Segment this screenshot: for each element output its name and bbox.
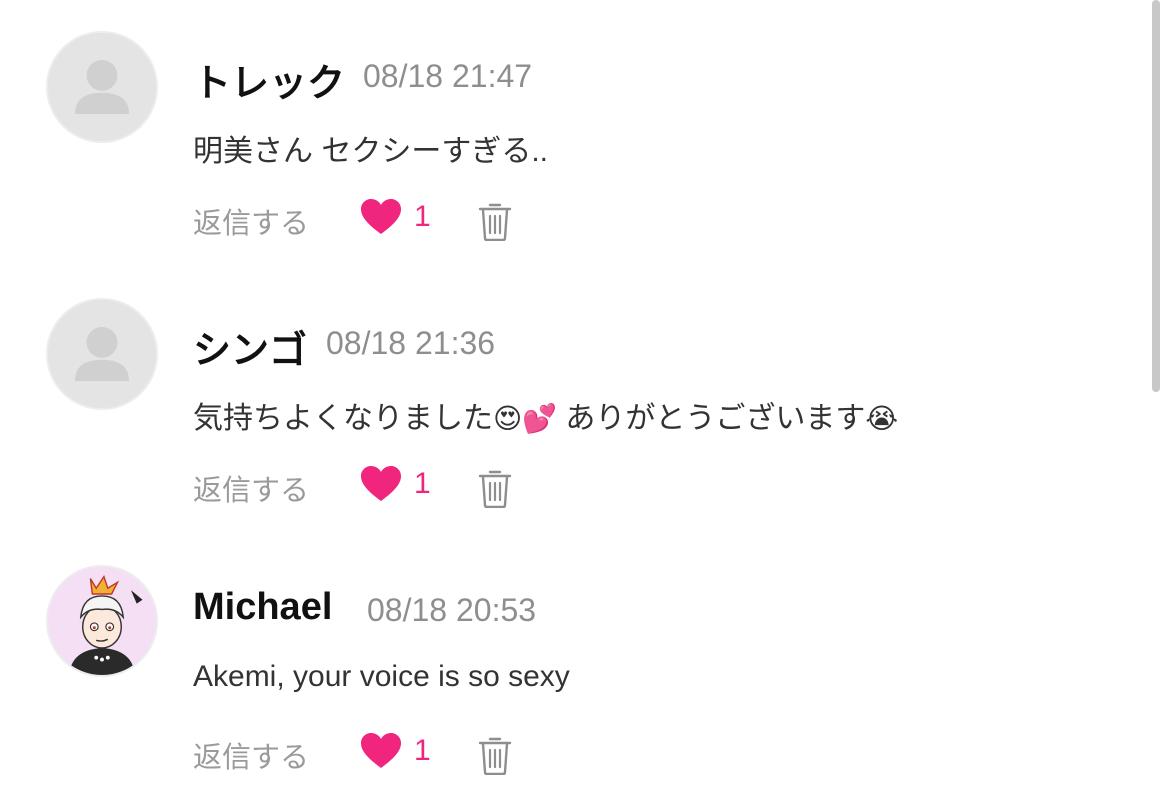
comment-timestamp: 08/18 21:36: [326, 325, 496, 361]
comment-item: Michael 08/18 20:53 Akemi, your voice is…: [0, 534, 1140, 801]
heart-icon: [361, 466, 401, 501]
comment-list: トレック 08/18 21:47 明美さん セクシーすぎる.. 返信する 1 シ…: [0, 0, 1170, 802]
like-button[interactable]: 1: [360, 465, 431, 503]
comment-item: トレック 08/18 21:47 明美さん セクシーすぎる.. 返信する 1: [0, 0, 1140, 267]
default-person-icon: [48, 300, 156, 408]
heart-eyes-emoji: 😍: [493, 402, 523, 435]
comment-timestamp: 08/18 21:47: [363, 58, 533, 94]
comment-item: シンゴ 08/18 21:36 気持ちよくなりました😍💕 ありがとうございます😭…: [0, 267, 1140, 534]
delete-button[interactable]: [478, 468, 512, 509]
scrollbar[interactable]: [1152, 0, 1160, 392]
like-button[interactable]: 1: [360, 198, 431, 236]
like-count: 1: [414, 734, 431, 767]
trash-icon: [478, 203, 512, 242]
two-hearts-emoji: 💕: [522, 402, 558, 435]
comment-text: 気持ちよくなりました😍💕 ありがとうございます😭: [193, 393, 898, 437]
cartoon-character-avatar: [48, 567, 156, 675]
trash-icon: [478, 470, 512, 509]
default-person-icon: [48, 33, 156, 141]
delete-button[interactable]: [478, 735, 512, 776]
comment-author[interactable]: Michael: [193, 586, 332, 629]
comment-text-part: ありがとうございます: [557, 402, 866, 435]
trash-icon: [478, 737, 512, 776]
comment-text-part: 気持ちよくなりました: [193, 402, 493, 435]
heart-icon: [361, 199, 401, 234]
heart-icon: [361, 733, 401, 768]
reply-button[interactable]: 返信する: [193, 734, 309, 776]
comment-text: Akemi, your voice is so sexy: [193, 660, 570, 693]
avatar[interactable]: [46, 31, 158, 143]
comment-timestamp: 08/18 20:53: [367, 592, 537, 628]
like-count: 1: [414, 467, 431, 500]
comment-author[interactable]: トレック: [193, 52, 345, 107]
like-button[interactable]: 1: [360, 732, 431, 770]
avatar[interactable]: [46, 565, 158, 677]
avatar[interactable]: [46, 298, 158, 410]
like-count: 1: [414, 200, 431, 233]
reply-button[interactable]: 返信する: [193, 200, 309, 242]
comment-text: 明美さん セクシーすぎる..: [193, 135, 549, 168]
delete-button[interactable]: [478, 201, 512, 242]
reply-button[interactable]: 返信する: [193, 467, 309, 509]
comment-author[interactable]: シンゴ: [193, 319, 307, 374]
crying-emoji: 😭: [865, 402, 899, 435]
